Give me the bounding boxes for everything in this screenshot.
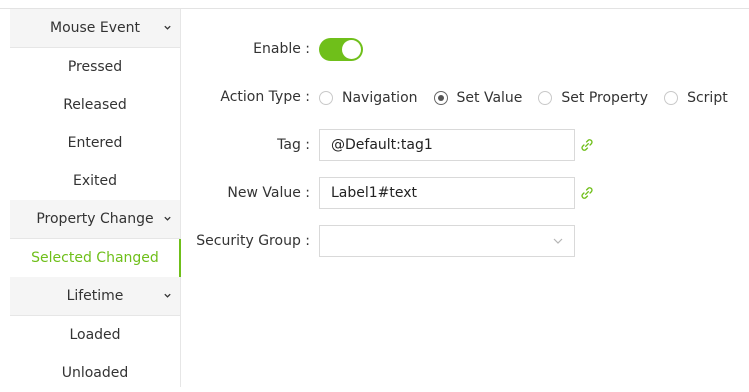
enable-toggle[interactable] — [319, 38, 363, 61]
chevron-down-icon — [164, 293, 171, 298]
radio-label: Script — [687, 90, 728, 106]
security-group-label: Security Group : — [196, 233, 310, 249]
link-icon[interactable] — [580, 138, 594, 152]
new-value-label: New Value : — [227, 185, 310, 201]
radio-label: Set Value — [456, 90, 523, 106]
group-lifetime[interactable]: Lifetime — [10, 277, 180, 316]
group-label: Lifetime — [66, 288, 124, 304]
radio-script[interactable]: Script — [664, 90, 728, 106]
sidebar-item-label: Pressed — [67, 59, 123, 75]
radio-circle — [319, 91, 333, 105]
action-type-label: Action Type : — [220, 89, 310, 105]
chevron-down-icon — [553, 238, 563, 244]
sidebar-item-label: Loaded — [69, 327, 121, 343]
sidebar-item-label: Unloaded — [61, 365, 129, 381]
sidebar-item-label: Selected Changed — [31, 250, 159, 266]
enable-label: Enable : — [253, 41, 310, 57]
chevron-down-icon — [164, 216, 171, 221]
radio-label: Set Property — [561, 90, 649, 106]
radio-set-value[interactable]: Set Value — [433, 90, 523, 106]
sidebar-item-unloaded[interactable]: Unloaded — [10, 354, 180, 392]
link-icon[interactable] — [580, 186, 594, 200]
tag-input-value: @Default:tag1 — [331, 137, 433, 153]
radio-circle — [538, 91, 553, 105]
radio-set-property[interactable]: Set Property — [538, 90, 648, 106]
group-label: Property Change — [36, 211, 154, 227]
group-label: Mouse Event — [50, 20, 140, 36]
sidebar-item-loaded[interactable]: Loaded — [10, 316, 180, 354]
security-group-select[interactable] — [319, 225, 575, 257]
radio-circle — [433, 91, 448, 105]
new-value-input-value: Label1#text — [331, 185, 418, 201]
radio-navigation[interactable]: Navigation — [319, 90, 418, 106]
radio-circle — [664, 91, 679, 105]
tag-label: Tag : — [277, 137, 310, 153]
toggle-knob — [342, 40, 361, 59]
tag-input[interactable]: @Default:tag1 — [319, 129, 575, 161]
action-type-radio-group: Navigation Set Value Set Property Script — [319, 88, 744, 108]
new-value-input[interactable]: Label1#text — [319, 177, 575, 209]
radio-label: Navigation — [342, 90, 418, 106]
chevron-down-icon — [164, 25, 171, 30]
